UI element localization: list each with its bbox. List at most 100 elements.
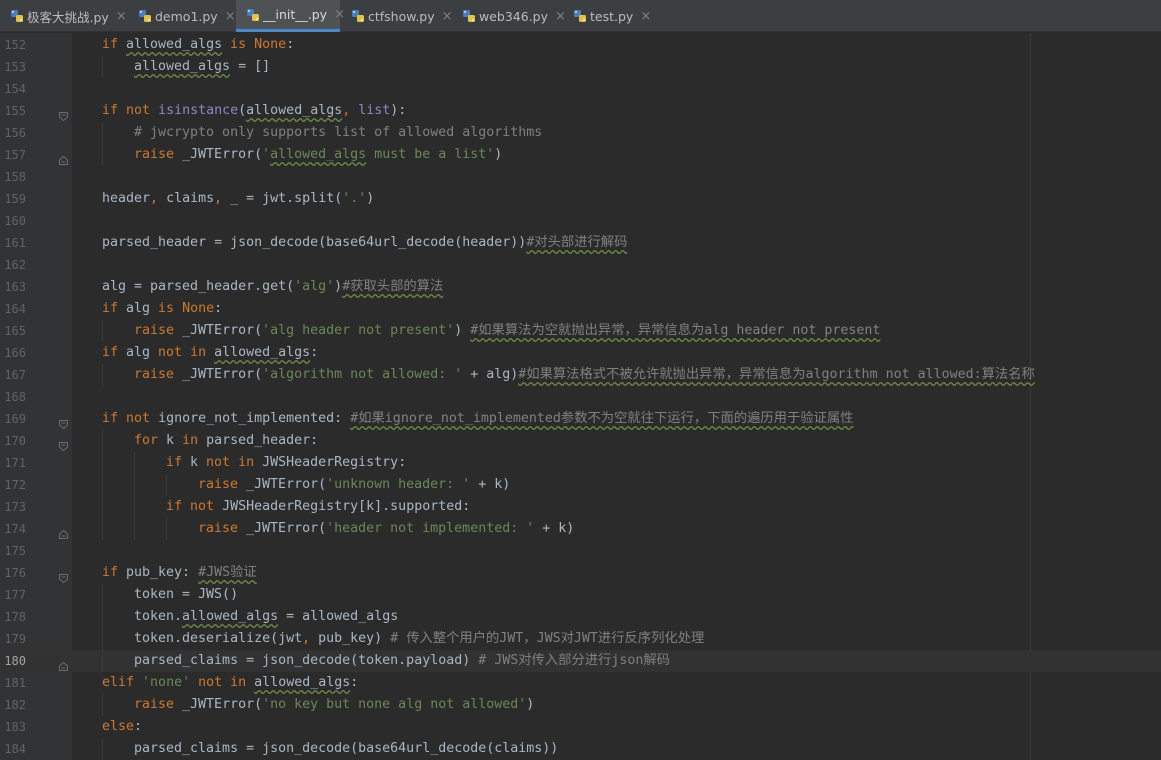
code-token: ) — [334, 279, 343, 294]
code-line[interactable]: 164 if alg is None: — [0, 298, 1161, 320]
code-token: _ = jwt.split( — [222, 191, 343, 206]
fold-open-icon[interactable] — [59, 436, 68, 452]
code-text: if not ignore_not_implemented: #如果ignore… — [102, 408, 853, 430]
code-line[interactable]: 179 token.deserialize(jwt, pub_key) # 传入整… — [0, 628, 1161, 650]
code-token: _JWTError( — [174, 323, 263, 338]
fold-open-icon[interactable] — [59, 414, 68, 430]
code-token: raise — [198, 477, 239, 492]
code-token: _JWTError( — [238, 477, 327, 492]
code-line[interactable]: 168 — [0, 386, 1161, 408]
code-line[interactable]: 153 allowed_algs = [] — [0, 56, 1161, 78]
tab-test-py[interactable]: test.py × — [563, 0, 651, 32]
line-number: 183 — [4, 720, 26, 734]
code-token: : — [134, 719, 143, 734]
python-file-icon — [138, 9, 152, 23]
python-file-icon — [246, 8, 260, 22]
close-tab-icon[interactable]: × — [225, 9, 236, 24]
code-token: in — [182, 433, 199, 448]
line-number: 175 — [4, 544, 26, 558]
code-token: _JWTError( — [174, 147, 263, 162]
line-number: 168 — [4, 390, 26, 404]
code-line[interactable]: 158 — [0, 166, 1161, 188]
code-line[interactable]: 177 token = JWS() — [0, 584, 1161, 606]
code-token: 'unknown header: ' — [326, 477, 471, 492]
code-line[interactable]: 157 raise _JWTError('allowed_algs must be… — [0, 144, 1161, 166]
code-token: pub_key) — [310, 631, 391, 646]
code-token: if — [102, 345, 119, 360]
code-token: + k) — [470, 477, 511, 492]
code-text: raise _JWTError('alg header not present'… — [134, 320, 880, 342]
code-editor[interactable]: 152 if allowed_algs is None: 153 allowed_al… — [0, 33, 1161, 760]
fold-close-icon[interactable] — [59, 656, 68, 671]
tab-label: __init__.py — [263, 7, 328, 22]
code-text: parsed_claims = json_decode(token.payloa… — [134, 650, 670, 672]
code-line[interactable]: 176 if pub_key: #JWS验证 — [0, 562, 1161, 584]
code-line[interactable]: 183 else: — [0, 716, 1161, 738]
close-tab-icon[interactable]: × — [116, 9, 127, 24]
fold-close-icon[interactable] — [59, 524, 68, 539]
code-token: , — [214, 191, 223, 206]
indent-guide — [102, 650, 103, 672]
tab-py[interactable]: 极客大挑战.py × — [0, 0, 127, 32]
code-line[interactable]: 167 raise _JWTError('algorithm not allowe… — [0, 364, 1161, 386]
line-number: 158 — [4, 170, 26, 184]
line-number: 157 — [4, 148, 26, 162]
code-line[interactable]: 172 raise _JWTError('unknown header: ' + … — [0, 474, 1161, 496]
code-line[interactable]: 156 # jwcrypto only supports list of allo… — [0, 122, 1161, 144]
code-line[interactable]: 178 token.allowed_algs = allowed_algs — [0, 606, 1161, 628]
code-line[interactable]: 170 for k in parsed_header: — [0, 430, 1161, 452]
code-token: not — [190, 499, 215, 514]
close-tab-icon[interactable]: × — [640, 9, 651, 24]
code-token: pub_key: — [118, 565, 199, 580]
line-number: 167 — [4, 368, 26, 382]
code-line[interactable]: 169 if not ignore_not_implemented: #如果ign… — [0, 408, 1161, 430]
code-token: parsed_header: — [198, 433, 319, 448]
code-line[interactable]: 166 if alg not in allowed_algs: — [0, 342, 1161, 364]
code-token: 'allowed_algs must be a list' — [262, 147, 495, 162]
code-line[interactable]: 160 — [0, 210, 1161, 232]
code-line[interactable]: 175 — [0, 540, 1161, 562]
code-line[interactable]: 171 if k not in JWSHeaderRegistry: — [0, 452, 1161, 474]
tab-ctfshow-py[interactable]: ctfshow.py × — [341, 0, 453, 32]
code-line[interactable]: 165 raise _JWTError('alg header not prese… — [0, 320, 1161, 342]
code-line[interactable]: 154 — [0, 78, 1161, 100]
code-token: isinstance — [158, 103, 239, 118]
code-token: if — [102, 565, 119, 580]
code-text: if alg is None: — [102, 298, 222, 320]
tab-init-py[interactable]: __init__.py × — [236, 0, 345, 32]
code-line[interactable]: 161 parsed_header = json_decode(base64url… — [0, 232, 1161, 254]
code-line[interactable]: 181 elif 'none' not in allowed_algs: — [0, 672, 1161, 694]
code-token: 'no key but none alg not allowed' — [262, 697, 527, 712]
code-line[interactable]: 180 parsed_claims = json_decode(token.pay… — [0, 650, 1161, 672]
code-line[interactable]: 184 parsed_claims = json_decode(base64url… — [0, 738, 1161, 760]
code-line[interactable]: 155 if not isinstance(allowed_algs, list)… — [0, 100, 1161, 122]
code-text: raise _JWTError('allowed_algs must be a … — [134, 144, 502, 166]
code-line[interactable]: 163 alg = parsed_header.get('alg')#获取头部的算… — [0, 276, 1161, 298]
close-tab-icon[interactable]: × — [442, 9, 453, 24]
indent-guide — [102, 694, 103, 716]
fold-open-icon[interactable] — [59, 568, 68, 584]
code-token: parsed_header = json_decode(base64url_de… — [102, 235, 527, 250]
code-line[interactable]: 159 header, claims, _ = jwt.split('.') — [0, 188, 1161, 210]
tab-demo1-py[interactable]: demo1.py × — [128, 0, 236, 32]
line-number: 156 — [4, 126, 26, 140]
code-line[interactable]: 152 if allowed_algs is None: — [0, 34, 1161, 56]
indent-guide — [134, 452, 135, 474]
fold-open-icon[interactable] — [59, 106, 68, 122]
tab-web346-py[interactable]: web346.py × — [452, 0, 566, 32]
code-token: k — [158, 433, 183, 448]
line-number: 171 — [4, 456, 26, 470]
code-token: None — [254, 37, 287, 52]
code-token: alg = parsed_header.get( — [102, 279, 295, 294]
code-line[interactable]: 162 — [0, 254, 1161, 276]
code-line[interactable]: 174 raise _JWTError('header not implement… — [0, 518, 1161, 540]
code-line[interactable]: 173 if not JWSHeaderRegistry[k].supported… — [0, 496, 1161, 518]
code-token: #如果ignore_not_implemented参数不为空就往下运行，下面的遍… — [350, 411, 854, 426]
code-token: 'alg header not present' — [262, 323, 455, 338]
fold-close-icon[interactable] — [59, 150, 68, 165]
code-text: raise _JWTError('header not implemented:… — [198, 518, 574, 540]
code-line[interactable]: 182 raise _JWTError('no key but none alg … — [0, 694, 1161, 716]
code-text: if not JWSHeaderRegistry[k].supported: — [166, 496, 470, 518]
